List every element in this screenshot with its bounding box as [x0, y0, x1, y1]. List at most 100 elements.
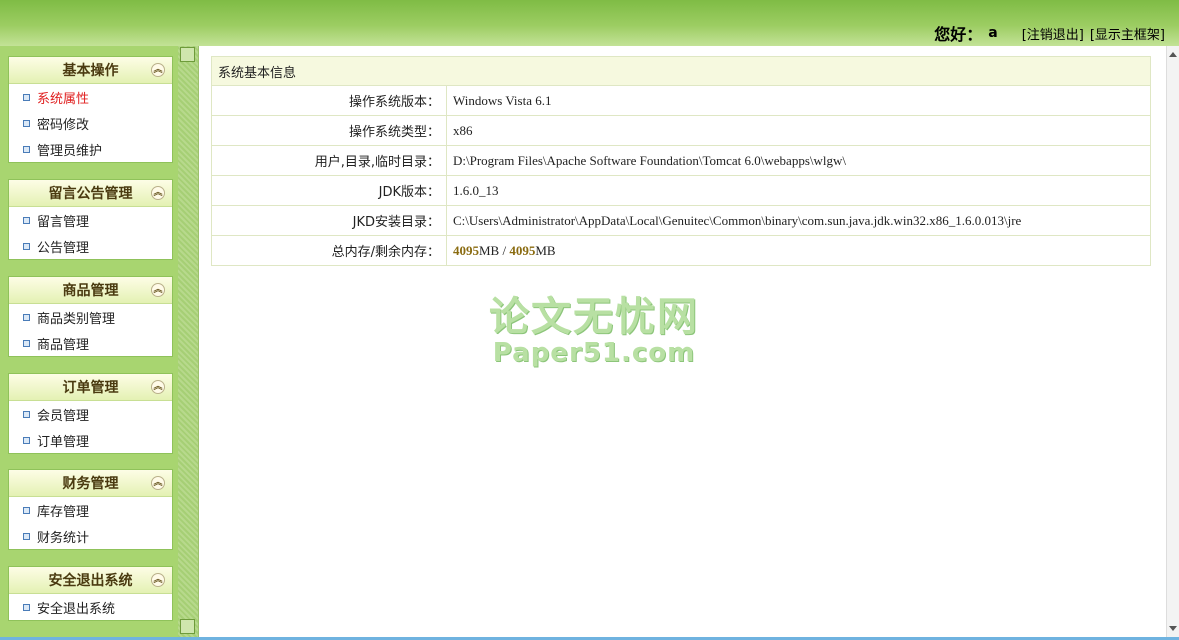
memory-label: 总内存/剩余内存： [211, 235, 447, 266]
table-row: 操作系统版本： Windows Vista 6.1 [211, 85, 1151, 116]
menu-item-label: 财务统计 [37, 530, 90, 546]
menu-item-label: 库存管理 [37, 504, 90, 520]
menu-item-label: 商品类别管理 [37, 311, 116, 327]
menu-item-label: 密码修改 [37, 117, 90, 133]
menu-item-label: 商品管理 [37, 337, 90, 353]
menu-item-product-category[interactable]: 商品类别管理 [9, 304, 172, 330]
menu-header-messages[interactable]: 留言公告管理 ︽ [9, 180, 172, 207]
sidebar: 基本操作 ︽ 系统属性 密码修改 管理员维护 留言公告管理 ︽ 留言管理 公告管… [0, 46, 178, 640]
menu-item-label: 系统属性 [37, 91, 90, 107]
system-info-table: 系统基本信息 操作系统版本： Windows Vista 6.1 操作系统类型：… [211, 56, 1151, 266]
show-main-frame-link[interactable]: [显示主框架] [1090, 24, 1165, 43]
collapse-icon[interactable]: ︽ [151, 573, 165, 587]
free-memory: 4095 [509, 242, 536, 258]
menu-header-label: 商品管理 [62, 283, 119, 299]
table-title: 系统基本信息 [211, 56, 1151, 86]
memory-unit: MB [479, 242, 500, 258]
frame-splitter[interactable] [178, 46, 198, 640]
menu-item-finance-stats[interactable]: 财务统计 [9, 523, 172, 549]
bullet-icon [23, 216, 30, 224]
row-value: 1.6.0_13 [446, 175, 1151, 206]
bullet-icon [23, 436, 30, 444]
row-label: 用户,目录,临时目录： [211, 145, 447, 176]
bullet-icon [23, 339, 30, 347]
menu-item-system-properties[interactable]: 系统属性 [9, 84, 172, 110]
row-label: JDK版本： [211, 175, 447, 206]
username: a [988, 25, 998, 41]
bullet-icon [23, 532, 30, 540]
menu-item-member-management[interactable]: 会员管理 [9, 401, 172, 427]
menu-item-change-password[interactable]: 密码修改 [9, 110, 172, 136]
collapse-icon[interactable]: ︽ [151, 63, 165, 77]
row-label: JKD安装目录： [211, 205, 447, 236]
splitter-top-button[interactable] [180, 47, 195, 62]
bullet-icon [23, 119, 30, 127]
table-row: 总内存/剩余内存： 4095MB / 4095MB [211, 235, 1151, 266]
menu-group-logout: 安全退出系统 ︽ 安全退出系统 [8, 566, 173, 621]
menu-header-products[interactable]: 商品管理 ︽ [9, 277, 172, 304]
row-label: 操作系统类型： [211, 115, 447, 146]
menu-header-label: 留言公告管理 [48, 186, 133, 202]
menu-group-products: 商品管理 ︽ 商品类别管理 商品管理 [8, 276, 173, 357]
watermark-cn: 论文无忧网 [489, 294, 699, 340]
menu-header-orders[interactable]: 订单管理 ︽ [9, 374, 172, 401]
collapse-icon[interactable]: ︽ [151, 186, 165, 200]
vertical-scrollbar[interactable] [1166, 46, 1179, 638]
bullet-icon [23, 93, 30, 101]
total-memory: 4095 [453, 242, 479, 258]
greeting-text: 您好： [934, 25, 983, 44]
menu-item-message-management[interactable]: 留言管理 [9, 207, 172, 233]
collapse-icon[interactable]: ︽ [151, 476, 165, 490]
splitter-bottom-button[interactable] [180, 619, 195, 634]
menu-header-label: 财务管理 [62, 476, 119, 492]
menu-item-inventory[interactable]: 库存管理 [9, 497, 172, 523]
top-header: 您好： a [注销退出] [显示主框架] [0, 0, 1179, 46]
menu-item-label: 公告管理 [37, 240, 90, 256]
menu-header-logout[interactable]: 安全退出系统 ︽ [9, 567, 172, 594]
menu-group-orders: 订单管理 ︽ 会员管理 订单管理 [8, 373, 173, 454]
row-value: D:\Program Files\Apache Software Foundat… [446, 145, 1151, 176]
collapse-icon[interactable]: ︽ [151, 283, 165, 297]
user-greeting: 您好： a [注销退出] [显示主框架] [934, 22, 1165, 44]
bullet-icon [23, 313, 30, 321]
menu-group-basic: 基本操作 ︽ 系统属性 密码修改 管理员维护 [8, 56, 173, 163]
menu-header-label: 基本操作 [62, 63, 119, 79]
row-label: 操作系统版本： [211, 85, 447, 116]
menu-header-basic[interactable]: 基本操作 ︽ [9, 57, 172, 84]
table-row: JKD安装目录： C:\Users\Administrator\AppData\… [211, 205, 1151, 236]
menu-header-label: 订单管理 [62, 380, 119, 396]
main-content: 系统基本信息 操作系统版本： Windows Vista 6.1 操作系统类型：… [198, 46, 1166, 638]
watermark-en: Paper51.com [492, 338, 696, 368]
table-row: JDK版本： 1.6.0_13 [211, 175, 1151, 206]
bullet-icon [23, 145, 30, 153]
menu-item-label: 留言管理 [37, 214, 90, 230]
bullet-icon [23, 603, 30, 611]
menu-group-messages: 留言公告管理 ︽ 留言管理 公告管理 [8, 179, 173, 260]
menu-item-label: 安全退出系统 [37, 601, 116, 617]
bullet-icon [23, 410, 30, 418]
row-value: C:\Users\Administrator\AppData\Local\Gen… [446, 205, 1151, 236]
scroll-down-arrow-icon[interactable] [1169, 626, 1177, 631]
memory-unit: MB [535, 242, 556, 258]
collapse-icon[interactable]: ︽ [151, 380, 165, 394]
menu-item-safe-logout[interactable]: 安全退出系统 [9, 594, 172, 620]
menu-item-label: 管理员维护 [37, 143, 103, 159]
menu-item-admin-maintenance[interactable]: 管理员维护 [9, 136, 172, 162]
memory-value: 4095MB / 4095MB [446, 235, 1151, 266]
row-value: x86 [446, 115, 1151, 146]
memory-separator: / [499, 242, 510, 258]
menu-group-finance: 财务管理 ︽ 库存管理 财务统计 [8, 469, 173, 550]
row-value: Windows Vista 6.1 [446, 85, 1151, 116]
menu-item-notice-management[interactable]: 公告管理 [9, 233, 172, 259]
table-row: 操作系统类型： x86 [211, 115, 1151, 146]
watermark-logo: 论文无忧网 Paper51.com [489, 284, 699, 368]
scroll-up-arrow-icon[interactable] [1169, 52, 1177, 57]
menu-item-label: 订单管理 [37, 434, 90, 450]
menu-header-label: 安全退出系统 [48, 573, 133, 589]
menu-item-label: 会员管理 [37, 408, 90, 424]
logout-link[interactable]: [注销退出] [1022, 24, 1084, 43]
table-caption-row: 系统基本信息 [211, 56, 1151, 86]
menu-item-order-management[interactable]: 订单管理 [9, 427, 172, 453]
menu-header-finance[interactable]: 财务管理 ︽ [9, 470, 172, 497]
menu-item-product-management[interactable]: 商品管理 [9, 330, 172, 356]
